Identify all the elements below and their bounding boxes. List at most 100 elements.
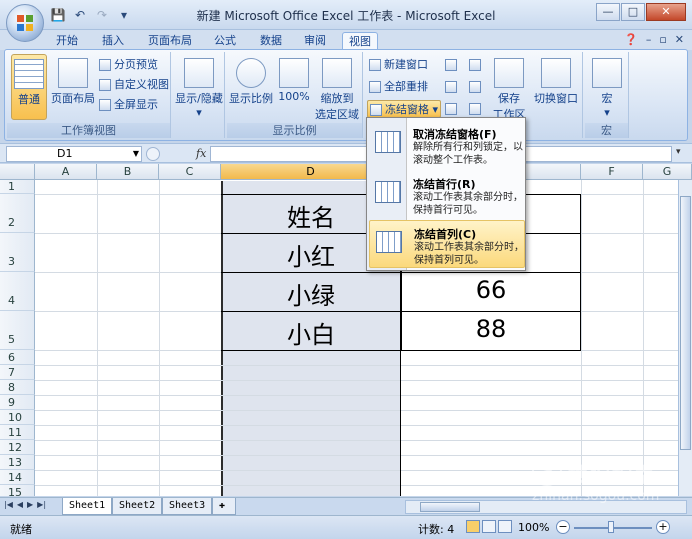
page-layout-view-button[interactable]: 页面布局: [51, 54, 95, 120]
minimize-button[interactable]: —: [596, 3, 620, 21]
unhide-window-button[interactable]: [445, 100, 460, 118]
reset-window-button[interactable]: [469, 100, 484, 118]
cell-d5[interactable]: 小白: [221, 315, 401, 349]
row-header[interactable]: 5: [0, 311, 35, 350]
page-break-view-icon[interactable]: [498, 520, 512, 533]
horizontal-scroll-thumb[interactable]: [420, 502, 480, 512]
sheet-tab-sheet1[interactable]: Sheet1: [62, 498, 113, 515]
row-header[interactable]: 11: [0, 425, 35, 440]
vertical-scroll-thumb[interactable]: [680, 196, 691, 450]
group-label-zoom: 显示比例: [227, 123, 362, 138]
first-sheet-icon[interactable]: |◀: [4, 500, 13, 509]
freeze-panes-menu: 取消冻结窗格(F) 解除所有行和列锁定，以滚动整个工作表。 冻结首行(R) 滚动…: [366, 117, 526, 271]
row-header[interactable]: 12: [0, 440, 35, 455]
cell-e4[interactable]: 66: [401, 276, 581, 310]
tab-formulas[interactable]: 公式: [210, 32, 240, 50]
row-header[interactable]: 1: [0, 180, 35, 194]
table-divider: [221, 272, 581, 273]
gridline: [97, 180, 98, 496]
sync-scroll-button[interactable]: [469, 78, 484, 96]
split-icon: [445, 59, 457, 71]
freeze-top-row-icon: [375, 181, 401, 203]
help-icon[interactable]: ❓: [624, 33, 638, 46]
side-by-side-icon: [469, 59, 481, 71]
save-workspace-button[interactable]: 保存 工作区: [489, 54, 529, 121]
last-sheet-icon[interactable]: ▶|: [37, 500, 46, 509]
column-header-f[interactable]: F: [581, 164, 643, 180]
row-header[interactable]: 15: [0, 485, 35, 496]
page-break-preview-button[interactable]: 分页预览: [99, 56, 158, 74]
group-label-macros: 宏: [585, 123, 628, 138]
normal-view-button[interactable]: 普通: [11, 54, 47, 120]
worksheet-grid[interactable]: A B C D E F G 1 2 3 4 5 6 7 8 9 10 11 12…: [0, 164, 692, 496]
prev-sheet-icon[interactable]: ◀: [17, 500, 23, 509]
tab-view[interactable]: 视图: [342, 32, 378, 50]
office-button[interactable]: [6, 4, 44, 42]
tab-review[interactable]: 审阅: [300, 32, 330, 50]
menu-item-unfreeze-panes[interactable]: 取消冻结窗格(F) 解除所有行和列锁定，以滚动整个工作表。: [369, 121, 525, 169]
row-header[interactable]: 6: [0, 350, 35, 365]
full-screen-button[interactable]: 全屏显示: [99, 96, 158, 114]
menu-item-freeze-first-column[interactable]: 冻结首列(C) 滚动工作表其余部分时，保持首列可见。: [369, 220, 525, 268]
cell-e5[interactable]: 88: [401, 315, 581, 349]
zoom-to-selection-button[interactable]: 缩放到 选定区域: [313, 54, 361, 121]
doc-minimize-icon[interactable]: –: [646, 33, 652, 46]
formula-cancel-icon[interactable]: [146, 147, 160, 161]
tab-insert[interactable]: 插入: [98, 32, 128, 50]
row-header[interactable]: 7: [0, 365, 35, 380]
vertical-scrollbar[interactable]: [678, 180, 692, 496]
column-header-g[interactable]: G: [643, 164, 692, 180]
column-header-b[interactable]: B: [97, 164, 159, 180]
zoom-level[interactable]: 100%: [518, 521, 549, 534]
show-hide-button[interactable]: 显示/隐藏 ▾: [175, 54, 223, 120]
maximize-button[interactable]: □: [621, 3, 645, 21]
insert-function-icon[interactable]: fx: [196, 147, 206, 160]
freeze-panes-button[interactable]: 冻结窗格 ▾: [367, 100, 442, 118]
select-all-corner[interactable]: [0, 164, 35, 180]
row-header[interactable]: 3: [0, 233, 35, 272]
tab-page-layout[interactable]: 页面布局: [144, 32, 196, 50]
insert-sheet-icon[interactable]: ✚: [212, 498, 236, 515]
next-sheet-icon[interactable]: ▶: [27, 500, 33, 509]
row-header[interactable]: 4: [0, 272, 35, 311]
menu-item-freeze-top-row[interactable]: 冻结首行(R) 滚动工作表其余部分时，保持首行可见。: [369, 171, 525, 219]
row-header[interactable]: 10: [0, 410, 35, 425]
view-side-by-side-button[interactable]: [469, 56, 484, 74]
group-macros: 宏 ▾ 宏: [585, 52, 629, 138]
office-logo-icon: [17, 15, 33, 31]
new-window-button[interactable]: 新建窗口: [369, 56, 428, 74]
row-header[interactable]: 13: [0, 455, 35, 470]
switch-windows-button[interactable]: 切换窗口: [531, 54, 581, 120]
hide-window-button[interactable]: [445, 78, 460, 96]
column-header-c[interactable]: C: [159, 164, 221, 180]
cell-d4[interactable]: 小绿: [221, 276, 401, 310]
zoom-in-icon[interactable]: +: [656, 520, 670, 534]
close-button[interactable]: ✕: [646, 3, 686, 21]
zoom-100-button[interactable]: 100%: [277, 54, 311, 120]
tab-home[interactable]: 开始: [52, 32, 82, 50]
custom-views-button[interactable]: 自定义视图: [99, 76, 169, 94]
column-header-a[interactable]: A: [35, 164, 97, 180]
doc-close-icon[interactable]: ✕: [675, 33, 684, 46]
zoom-button[interactable]: 显示比例: [229, 54, 273, 120]
row-header[interactable]: 8: [0, 380, 35, 395]
zoom-slider-knob[interactable]: [608, 521, 614, 533]
sheet-tab-sheet2[interactable]: Sheet2: [112, 498, 163, 515]
macros-button[interactable]: 宏 ▾: [589, 54, 625, 120]
sheet-tab-sheet3[interactable]: Sheet3: [162, 498, 213, 515]
horizontal-scrollbar[interactable]: [405, 500, 687, 514]
zoom-out-icon[interactable]: −: [556, 520, 570, 534]
doc-restore-icon[interactable]: ▫: [659, 33, 666, 46]
name-box[interactable]: D1 ▼: [6, 146, 142, 162]
page-layout-view-icon[interactable]: [482, 520, 496, 533]
custom-views-icon: [99, 79, 111, 91]
chevron-down-icon[interactable]: ▼: [133, 147, 139, 161]
split-button[interactable]: [445, 56, 460, 74]
normal-view-icon[interactable]: [466, 520, 480, 533]
arrange-all-button[interactable]: 全部重排: [369, 78, 428, 96]
expand-formula-bar-icon[interactable]: ▾: [676, 147, 688, 161]
row-header[interactable]: 9: [0, 395, 35, 410]
row-header[interactable]: 2: [0, 194, 35, 233]
row-header[interactable]: 14: [0, 470, 35, 485]
tab-data[interactable]: 数据: [256, 32, 286, 50]
